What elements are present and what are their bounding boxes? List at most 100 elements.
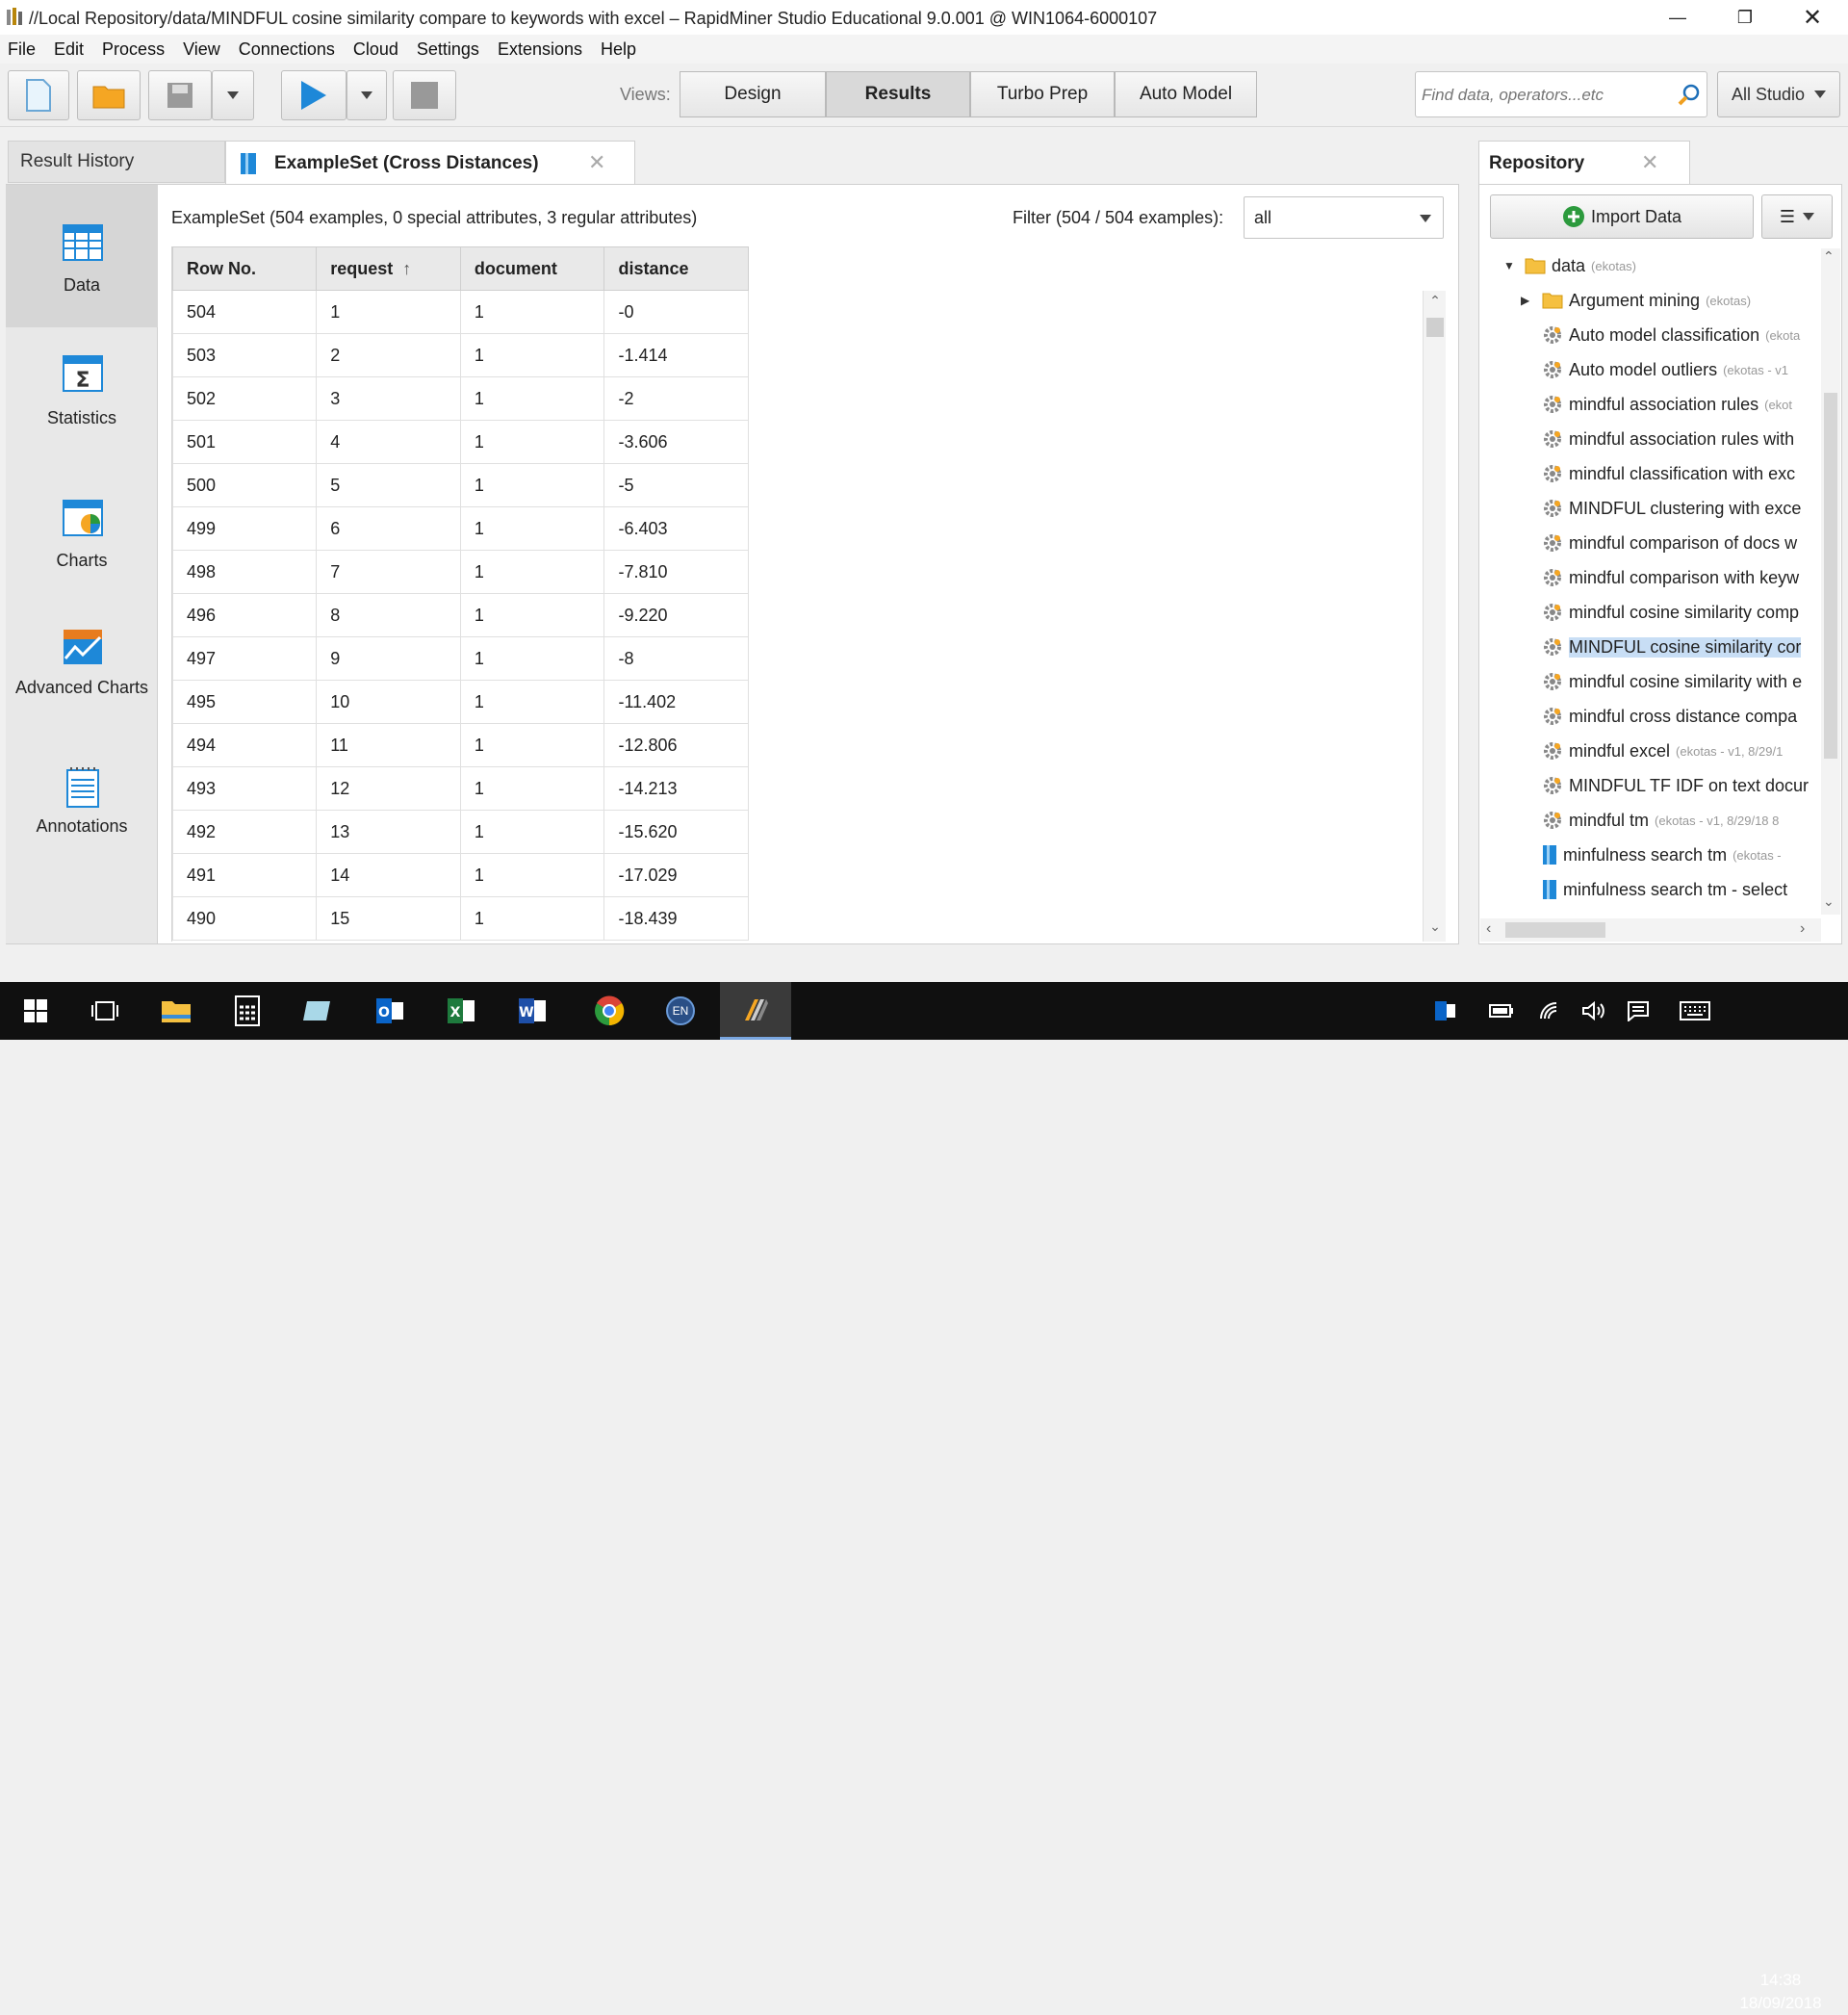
table-cell[interactable]: 503: [172, 333, 318, 377]
table-cell[interactable]: 1: [459, 896, 605, 941]
table-cell[interactable]: 1: [459, 680, 605, 724]
table-row[interactable]: 496 8 1 -9.220: [172, 593, 749, 637]
minimize-button[interactable]: —: [1644, 0, 1711, 35]
search-input[interactable]: [1422, 82, 1662, 109]
repository-entry[interactable]: Auto model outliers (ekotas - v1: [1521, 352, 1788, 387]
table-cell[interactable]: -2: [603, 376, 749, 421]
table-cell[interactable]: -14.213: [603, 766, 749, 811]
tray-volume[interactable]: [1573, 982, 1615, 1040]
taskbar-app[interactable]: [283, 982, 354, 1040]
scrollbar-thumb[interactable]: [1505, 922, 1605, 938]
repository-horizontal-scrollbar[interactable]: ‹ ›: [1480, 918, 1821, 942]
taskbar-word[interactable]: W: [497, 982, 568, 1040]
table-cell[interactable]: 5: [316, 463, 461, 507]
view-advanced-charts[interactable]: Advanced Charts: [6, 612, 158, 755]
view-charts[interactable]: Charts: [6, 470, 158, 612]
tray-notifications[interactable]: [1617, 982, 1659, 1040]
table-cell[interactable]: 498: [172, 550, 318, 594]
table-cell[interactable]: 490: [172, 896, 318, 941]
view-data[interactable]: Data: [6, 185, 158, 327]
taskbar-file-explorer[interactable]: [141, 982, 212, 1040]
repository-entry[interactable]: mindful classification with exc: [1521, 456, 1795, 491]
scroll-right-icon[interactable]: ›: [1800, 920, 1805, 938]
repository-entry[interactable]: mindful comparison with keyw: [1521, 560, 1799, 595]
table-cell[interactable]: -17.029: [603, 853, 749, 897]
repository-vertical-scrollbar[interactable]: ⌃ ⌄: [1821, 248, 1840, 915]
scrollbar-thumb[interactable]: [1426, 318, 1444, 337]
table-cell[interactable]: 9: [316, 636, 461, 681]
repository-entry[interactable]: minfulness search tm (ekotas -: [1521, 838, 1782, 872]
table-row[interactable]: 503 2 1 -1.414: [172, 333, 749, 377]
table-cell[interactable]: 499: [172, 506, 318, 551]
column-header-request[interactable]: request ↑: [316, 246, 461, 291]
menu-edit[interactable]: Edit: [54, 39, 84, 60]
table-row[interactable]: 500 5 1 -5: [172, 463, 749, 507]
table-row[interactable]: 502 3 1 -2: [172, 376, 749, 421]
view-statistics[interactable]: Σ Statistics: [6, 327, 158, 470]
view-turbo-prep-button[interactable]: Turbo Prep: [970, 71, 1115, 117]
repository-entry[interactable]: mindful association rules (ekot: [1521, 387, 1792, 422]
tab-exampleset[interactable]: ExampleSet (Cross Distances) ✕: [225, 141, 635, 185]
view-annotations[interactable]: Annotations: [6, 755, 158, 897]
table-cell[interactable]: 495: [172, 680, 318, 724]
table-cell[interactable]: 1: [459, 766, 605, 811]
table-cell[interactable]: -5: [603, 463, 749, 507]
taskbar-language[interactable]: EN: [645, 982, 716, 1040]
table-cell[interactable]: 7: [316, 550, 461, 594]
menu-extensions[interactable]: Extensions: [498, 39, 582, 60]
table-row[interactable]: 494 11 1 -12.806: [172, 723, 749, 767]
save-dropdown-button[interactable]: [212, 70, 254, 120]
stop-process-button[interactable]: [393, 70, 456, 120]
table-cell[interactable]: 497: [172, 636, 318, 681]
scroll-down-icon[interactable]: ⌄: [1425, 918, 1445, 938]
menu-settings[interactable]: Settings: [417, 39, 479, 60]
repository-entry[interactable]: mindful cosine similarity comp: [1521, 595, 1799, 630]
table-cell[interactable]: -18.439: [603, 896, 749, 941]
table-cell[interactable]: 501: [172, 420, 318, 464]
table-cell[interactable]: 1: [459, 550, 605, 594]
repository-entry[interactable]: mindful comparison of docs w: [1521, 526, 1797, 560]
table-cell[interactable]: 496: [172, 593, 318, 637]
scrollbar-thumb[interactable]: [1824, 393, 1837, 759]
tray-battery[interactable]: [1480, 982, 1523, 1040]
table-cell[interactable]: -8: [603, 636, 749, 681]
repository-menu-button[interactable]: ☰: [1761, 194, 1833, 239]
table-cell[interactable]: 6: [316, 506, 461, 551]
restore-button[interactable]: ❐: [1711, 0, 1779, 35]
table-cell[interactable]: 1: [459, 506, 605, 551]
table-cell[interactable]: -9.220: [603, 593, 749, 637]
table-row[interactable]: 497 9 1 -8: [172, 636, 749, 681]
table-row[interactable]: 499 6 1 -6.403: [172, 506, 749, 551]
table-row[interactable]: 493 12 1 -14.213: [172, 766, 749, 811]
taskbar-clock[interactable]: 14:38 18/09/2018: [1732, 1969, 1829, 2015]
tab-result-history[interactable]: Result History: [8, 141, 225, 183]
search-icon[interactable]: [1678, 84, 1701, 107]
scroll-down-icon[interactable]: ⌄: [1823, 893, 1835, 910]
view-results-button[interactable]: Results: [826, 71, 970, 117]
scroll-up-icon[interactable]: ⌃: [1425, 293, 1445, 312]
table-cell[interactable]: 493: [172, 766, 318, 811]
menu-view[interactable]: View: [183, 39, 220, 60]
table-row[interactable]: 495 10 1 -11.402: [172, 680, 749, 724]
table-cell[interactable]: -3.606: [603, 420, 749, 464]
table-cell[interactable]: 10: [316, 680, 461, 724]
table-cell[interactable]: 1: [459, 290, 605, 334]
tray-wifi[interactable]: [1530, 982, 1573, 1040]
menu-file[interactable]: File: [8, 39, 36, 60]
tray-outlook[interactable]: [1424, 982, 1467, 1040]
table-cell[interactable]: 491: [172, 853, 318, 897]
table-cell[interactable]: -15.620: [603, 810, 749, 854]
chevron-down-icon[interactable]: ▼: [1503, 259, 1519, 272]
table-row[interactable]: 498 7 1 -7.810: [172, 550, 749, 594]
table-cell[interactable]: 1: [459, 853, 605, 897]
table-cell[interactable]: 15: [316, 896, 461, 941]
close-window-button[interactable]: ✕: [1779, 0, 1846, 35]
taskbar-chrome[interactable]: [574, 982, 645, 1040]
table-cell[interactable]: 504: [172, 290, 318, 334]
repository-entry[interactable]: mindful cross distance compa: [1521, 699, 1797, 734]
repository-entry[interactable]: mindful cosine similarity with e: [1521, 664, 1802, 699]
run-dropdown-button[interactable]: [346, 70, 387, 120]
table-row[interactable]: 490 15 1 -18.439: [172, 896, 749, 941]
table-row[interactable]: 501 4 1 -3.606: [172, 420, 749, 464]
menu-help[interactable]: Help: [601, 39, 636, 60]
